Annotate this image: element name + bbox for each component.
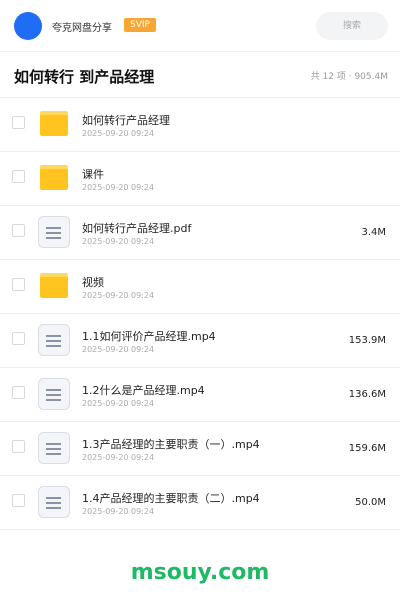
file-date: 2025-09-20 09:24 <box>82 291 155 300</box>
file-size: 50.0M <box>355 497 386 508</box>
document-icon <box>38 486 70 518</box>
folder-icon <box>38 162 70 194</box>
file-row[interactable]: 1.4产品经理的主要职责（二）.mp4 2025-09-20 09:24 50.… <box>0 476 400 530</box>
document-icon <box>38 216 70 248</box>
document-icon <box>38 324 70 356</box>
file-name: 1.2什么是产品经理.mp4 <box>82 384 205 397</box>
row-checkbox[interactable] <box>12 170 25 183</box>
row-checkbox[interactable] <box>12 386 25 399</box>
file-name: 视频 <box>82 276 104 289</box>
file-size: 159.6M <box>348 443 386 454</box>
file-size: 3.4M <box>361 227 386 238</box>
row-checkbox[interactable] <box>12 116 25 129</box>
file-date: 2025-09-20 09:24 <box>82 453 155 462</box>
svip-badge: SVIP <box>124 18 156 32</box>
file-date: 2025-09-20 09:24 <box>82 183 155 192</box>
row-checkbox[interactable] <box>12 440 25 453</box>
document-icon <box>38 378 70 410</box>
document-icon <box>38 432 70 464</box>
file-row[interactable]: 1.3产品经理的主要职责（一）.mp4 2025-09-20 09:24 159… <box>0 422 400 476</box>
folder-icon <box>38 270 70 302</box>
header: 夸克网盘分享 SVIP <box>0 0 400 52</box>
file-date: 2025-09-20 09:24 <box>82 399 155 408</box>
file-row[interactable]: 课件 2025-09-20 09:24 <box>0 152 400 206</box>
row-checkbox[interactable] <box>12 278 25 291</box>
row-checkbox[interactable] <box>12 224 25 237</box>
search-input[interactable] <box>316 12 388 40</box>
file-name: 1.1如何评价产品经理.mp4 <box>82 330 216 343</box>
watermark: msouy.com <box>130 560 270 585</box>
page-title: 如何转行 到产品经理 <box>14 68 155 86</box>
file-row[interactable]: 1.1如何评价产品经理.mp4 2025-09-20 09:24 153.9M <box>0 314 400 368</box>
file-row[interactable]: 1.2什么是产品经理.mp4 2025-09-20 09:24 136.6M <box>0 368 400 422</box>
file-list: 如何转行产品经理 2025-09-20 09:24 课件 2025-09-20 … <box>0 98 400 530</box>
folder-meta: 共 12 项 · 905.4M <box>310 72 388 82</box>
file-date: 2025-09-20 09:24 <box>82 237 155 246</box>
brand-name: 夸克网盘分享 <box>52 23 112 34</box>
file-size: 153.9M <box>348 335 386 346</box>
file-date: 2025-09-20 09:24 <box>82 507 155 516</box>
row-checkbox[interactable] <box>12 494 25 507</box>
file-date: 2025-09-20 09:24 <box>82 345 155 354</box>
file-row[interactable]: 如何转行产品经理 2025-09-20 09:24 <box>0 98 400 152</box>
avatar[interactable] <box>14 12 42 40</box>
file-date: 2025-09-20 09:24 <box>82 129 155 138</box>
file-size: 136.6M <box>348 389 386 400</box>
row-checkbox[interactable] <box>12 332 25 345</box>
file-name: 如何转行产品经理.pdf <box>82 222 192 235</box>
folder-title-bar: 如何转行 到产品经理 共 12 项 · 905.4M <box>0 52 400 98</box>
file-name: 1.3产品经理的主要职责（一）.mp4 <box>82 438 260 451</box>
file-name: 1.4产品经理的主要职责（二）.mp4 <box>82 492 260 505</box>
file-row[interactable]: 视频 2025-09-20 09:24 <box>0 260 400 314</box>
file-row[interactable]: 如何转行产品经理.pdf 2025-09-20 09:24 3.4M <box>0 206 400 260</box>
file-name: 如何转行产品经理 <box>82 114 170 127</box>
share-page: 夸克网盘分享 SVIP 如何转行 到产品经理 共 12 项 · 905.4M 如… <box>0 0 400 600</box>
file-name: 课件 <box>82 168 104 181</box>
folder-icon <box>38 108 70 140</box>
